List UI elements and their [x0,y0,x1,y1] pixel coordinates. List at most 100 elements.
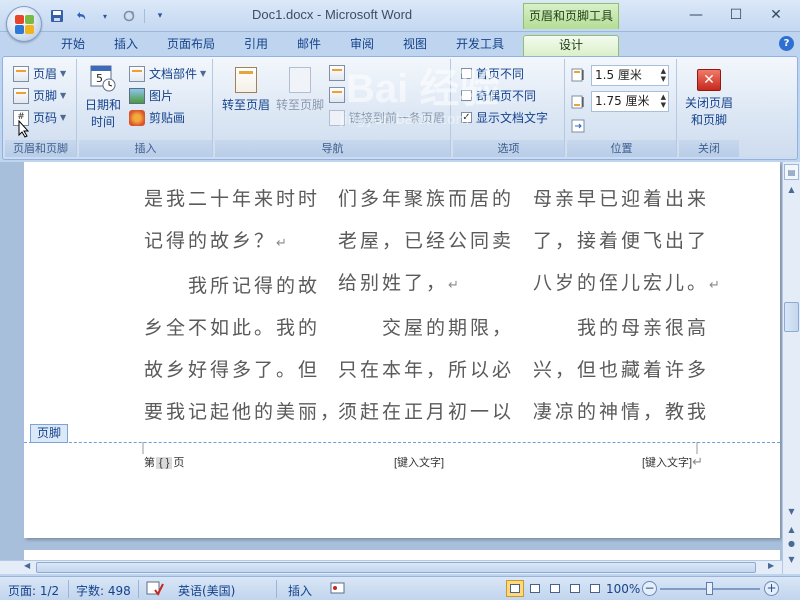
tab-developer[interactable]: 开发工具 [456,35,504,56]
scroll-left-icon[interactable]: ◀ [24,561,30,570]
picture-icon [129,87,145,104]
picture-button[interactable]: 图片 [129,87,173,104]
different-odd-even-label: 奇偶页不同 [476,89,537,103]
ruler-toggle-icon[interactable]: ▤ [784,164,799,180]
macro-record-icon[interactable] [330,580,346,599]
zoom-slider-thumb[interactable] [706,582,713,595]
tab-page-layout[interactable]: 页面布局 [167,35,215,56]
tab-design[interactable]: 设计 [523,35,619,56]
picture-label: 图片 [149,89,174,103]
zoom-level[interactable]: 100% [606,582,640,596]
footer-tag: 页脚 [30,424,69,443]
tab-mailings[interactable]: 邮件 [297,35,321,56]
different-first-label: 首页不同 [476,67,525,81]
text-line: 是我二十年来时时 [144,188,321,210]
goto-footer-button[interactable]: 转至页脚 [273,67,327,113]
header-button[interactable]: 页眉 ▼ [13,65,66,82]
document-parts-button[interactable]: 文档部件 ▼ [129,65,206,82]
tab-insert[interactable]: 插入 [114,35,138,56]
footer-center-placeholder[interactable]: [键入文字] [394,454,444,470]
footer-position-input[interactable]: 1.75 厘米 ▲ ▼ [591,91,669,112]
text-line: 了，接着便飞出了 [533,230,710,252]
help-icon[interactable]: ? [779,36,794,51]
language-status[interactable]: 英语(美国) [178,582,235,599]
previous-section-button[interactable] [329,65,345,81]
insert-mode-status[interactable]: 插入 [288,582,312,599]
footer-page-number[interactable]: 第{ } 页 [144,454,184,470]
header-icon [13,65,29,82]
show-document-text-checkbox-icon[interactable]: ✓ [461,112,472,123]
undo-icon[interactable] [72,7,90,25]
close-header-footer-button[interactable]: ✕ 关闭页眉 和页脚 [679,69,739,128]
vertical-scroll-thumb[interactable] [784,302,799,332]
footer-label: 页脚 [33,89,58,103]
text-line: 们多年聚族而居的 [338,188,515,210]
tab-home[interactable]: 开始 [61,35,85,56]
window-controls: — ☐ ✕ [676,2,796,28]
document-area[interactable]: 是我二十年来时时 记得的故乡？↵ 我所记得的故 乡全不如此。我的 故乡好得多了。… [0,162,782,574]
next-page-icon[interactable]: ▼ [784,552,799,568]
goto-header-button[interactable]: 转至页眉 [219,67,273,113]
tab-view[interactable]: 视图 [403,35,427,56]
text-line: 兴，但也藏着许多 [533,359,710,381]
window-title: Doc1.docx - Microsoft Word [252,7,413,22]
maximize-icon[interactable]: ☐ [716,2,756,28]
text-column-2[interactable]: 们多年聚族而居的 老屋，已经公同卖 给别姓了，↵ 交屋的期限， 只在本年，所以必… [338,178,514,433]
insert-alignment-tab-icon[interactable] [571,119,585,133]
document-page[interactable]: 是我二十年来时时 记得的故乡？↵ 我所记得的故 乡全不如此。我的 故乡好得多了。… [24,162,780,538]
text-column-1[interactable]: 是我二十年来时时 记得的故乡？↵ 我所记得的故 乡全不如此。我的 故乡好得多了。… [144,178,342,433]
save-icon[interactable] [48,7,66,25]
different-first-checkbox[interactable] [461,68,472,79]
clip-art-button[interactable]: 剪贴画 [129,109,185,126]
date-time-button[interactable]: 5 日期和 时间 [83,63,123,130]
print-layout-view-icon[interactable] [506,580,524,597]
word-count[interactable]: 字数: 498 [76,582,131,599]
footer-icon [13,87,29,104]
page-field[interactable]: { } [156,457,173,469]
scroll-down-icon[interactable]: ▼ [784,504,799,520]
page-count[interactable]: 页面: 1/2 [8,582,59,599]
horizontal-scroll-thumb[interactable] [36,562,756,573]
close-icon[interactable]: ✕ [756,2,796,28]
scroll-up-icon[interactable]: ▲ [784,182,799,198]
different-first-page-option[interactable]: 首页不同 [461,65,524,82]
link-previous-button[interactable]: 链接到前一条页眉 [329,109,445,126]
footer-position-spinner[interactable]: ▲ ▼ [661,93,666,109]
header-position-spinner[interactable]: ▲ ▼ [661,67,666,83]
zoom-out-icon[interactable]: − [642,581,657,596]
zoom-in-icon[interactable]: + [764,581,779,596]
svg-text:5: 5 [96,72,103,85]
select-browse-object-icon[interactable]: ● [784,536,799,552]
redo-icon[interactable] [120,7,138,25]
minimize-icon[interactable]: — [676,2,716,28]
mouse-pointer-icon [18,120,30,138]
customize-icon[interactable]: ▾ [151,7,169,25]
undo-dropdown-icon[interactable]: ▾ [96,7,114,25]
next-section-button[interactable] [329,87,345,103]
tab-review[interactable]: 审阅 [350,35,374,56]
text-line: 我的母亲很高 [533,317,710,339]
group-insert: 5 日期和 时间 文档部件 ▼ 图片 剪贴画 插入 [79,59,213,157]
text-column-3[interactable]: 母亲早已迎着出来 了，接着便飞出了 八岁的侄儿宏儿。↵ 我的母亲很高 兴，但也藏… [533,178,720,433]
different-odd-even-checkbox[interactable] [461,90,472,101]
footer-right-placeholder[interactable]: [键入文字]↵ [642,454,703,470]
office-button[interactable] [6,6,42,42]
draft-view-icon[interactable] [586,580,604,597]
full-screen-reading-view-icon[interactable] [526,580,544,597]
header-position-input[interactable]: 1.5 厘米 ▲ ▼ [591,65,669,86]
scroll-right-icon[interactable]: ▶ [768,561,774,570]
proofing-icon[interactable] [146,580,164,599]
show-document-text-option[interactable]: ✓ 显示文档文字 [461,109,548,126]
footer-button[interactable]: 页脚 ▼ [13,87,66,104]
tab-references[interactable]: 引用 [244,35,268,56]
paragraph-mark: ↵ [276,236,287,251]
different-odd-even-option[interactable]: 奇偶页不同 [461,87,536,104]
text-line: 记得的故乡？↵ [144,230,287,252]
web-layout-view-icon[interactable] [546,580,564,597]
clip-art-label: 剪贴画 [149,111,186,125]
group-navigation: 转至页眉 转至页脚 链接到前一条页眉 导航 [215,59,451,157]
outline-view-icon[interactable] [566,580,584,597]
horizontal-scrollbar[interactable]: ◀ ▶ [0,560,782,574]
vertical-scrollbar[interactable]: ▤ ▲ ▼ ▲ ● ▼ [782,162,800,574]
footer-position-icon [571,95,585,109]
